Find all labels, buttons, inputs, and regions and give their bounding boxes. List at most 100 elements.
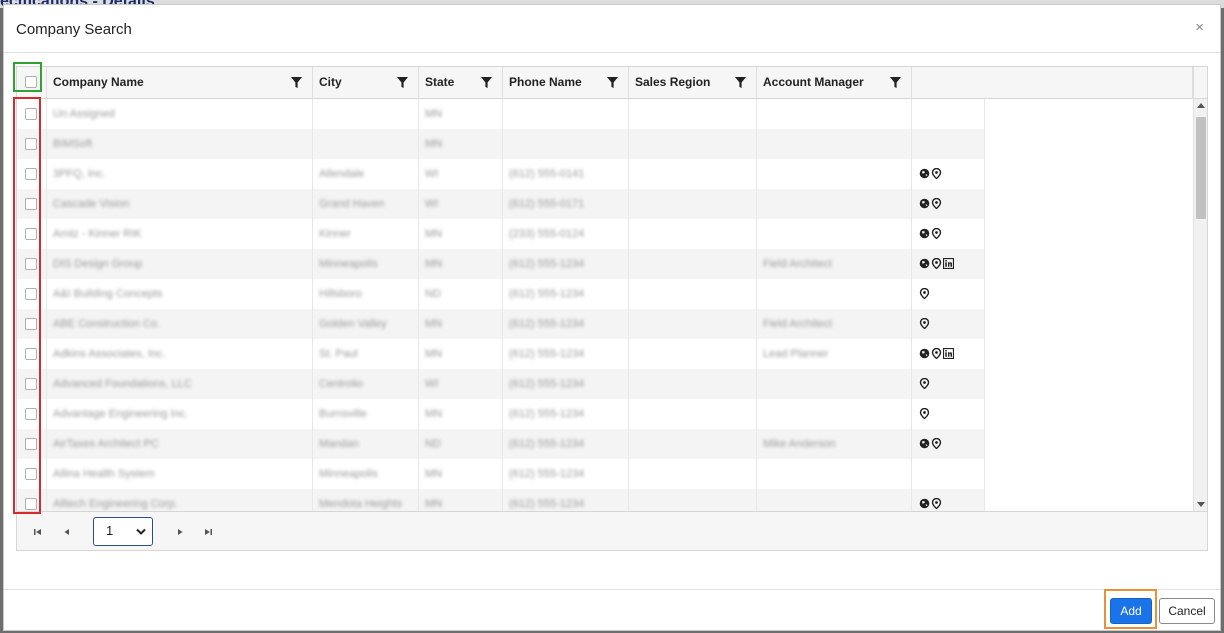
map-pin-icon[interactable] (931, 438, 942, 449)
map-pin-icon[interactable] (931, 198, 942, 209)
column-header-company-name[interactable]: Company Name (47, 67, 313, 99)
page-select[interactable]: 1 (93, 517, 153, 546)
cell-sales-region (629, 309, 757, 339)
map-pin-icon[interactable] (931, 258, 942, 269)
map-pin-icon[interactable] (919, 318, 930, 329)
cell-state-text: WI (425, 198, 439, 210)
cell-city-text: Kinner (319, 228, 351, 240)
cell-phone: (612) 555-1234 (503, 309, 629, 339)
vertical-scrollbar[interactable] (1193, 99, 1207, 511)
cell-sales-region (629, 399, 757, 429)
cell-sales-region (629, 279, 757, 309)
cell-account-manager-text: Field Architect (763, 258, 833, 270)
table-row[interactable]: BIMSoft MN (17, 129, 985, 159)
map-pin-icon[interactable] (919, 378, 930, 389)
table-row[interactable]: Adkins Associates, Inc. St. Paul MN (612) 5… (17, 339, 985, 369)
table-row[interactable]: Arntz - Kinner RIK Kinner MN (233) 555-0124 (17, 219, 985, 249)
scroll-up-arrow-icon[interactable] (1197, 103, 1205, 108)
table-row[interactable]: Advanced Foundations, LLC Centrolio WI (612… (17, 369, 985, 399)
table-row[interactable]: Cascade Vision Grand Haven WI (612) 555-017… (17, 189, 985, 219)
globe-icon[interactable] (919, 438, 930, 449)
table-row[interactable]: Alltech Engineering Corp. Mendota Heights… (17, 489, 985, 511)
cell-city-text: Grand Haven (319, 198, 385, 210)
cell-company-name: Alltech Engineering Corp. (47, 489, 313, 511)
map-pin-icon[interactable] (919, 408, 930, 419)
row-link-icons (919, 258, 954, 269)
cell-state: MN (419, 339, 503, 369)
globe-icon[interactable] (919, 258, 930, 269)
first-page-icon[interactable] (31, 526, 45, 538)
cell-state: MN (419, 249, 503, 279)
cell-phone: (233) 555-0124 (503, 219, 629, 249)
cell-phone-text: (612) 555-1234 (509, 438, 585, 450)
filter-icon[interactable] (735, 77, 746, 88)
linkedin-icon[interactable] (943, 258, 954, 269)
table-row[interactable]: AirTaxes Architect PC Mandan ND (612) 555-1… (17, 429, 985, 459)
previous-page-icon[interactable] (60, 526, 74, 538)
cell-company-name-text: Advanced Foundations, LLC (53, 378, 192, 390)
map-pin-icon[interactable] (931, 498, 942, 509)
column-label: State (425, 75, 455, 89)
cell-company-name: BIMSoft (47, 129, 313, 159)
cell-state: WI (419, 369, 503, 399)
table-row[interactable]: A&I Building Concepts Hillsboro ND (612) 55… (17, 279, 985, 309)
cell-account-manager (757, 189, 912, 219)
cell-state: ND (419, 429, 503, 459)
globe-icon[interactable] (919, 498, 930, 509)
cell-account-manager (757, 279, 912, 309)
map-pin-icon[interactable] (931, 168, 942, 179)
scroll-down-arrow-icon[interactable] (1197, 502, 1205, 507)
cell-city-text: Mendota Heights (319, 498, 403, 510)
cell-sales-region (629, 429, 757, 459)
cancel-button[interactable]: Cancel (1159, 598, 1215, 624)
cell-phone (503, 99, 629, 129)
map-pin-icon[interactable] (931, 228, 942, 239)
column-header-sales-region[interactable]: Sales Region (629, 67, 757, 99)
cell-company-name: Allina Health System (47, 459, 313, 489)
dialog-footer: Add Cancel (4, 589, 1220, 631)
cell-sales-region (629, 129, 757, 159)
cell-account-manager (757, 369, 912, 399)
cell-phone-text: (612) 555-1234 (509, 348, 585, 360)
close-button[interactable]: × (1195, 19, 1204, 36)
map-pin-icon[interactable] (931, 348, 942, 359)
column-header-city[interactable]: City (313, 67, 419, 99)
cell-state: MN (419, 399, 503, 429)
cell-phone: (612) 555-1234 (503, 339, 629, 369)
column-header-account-manager[interactable]: Account Manager (757, 67, 912, 99)
cell-phone-text: (612) 555-1234 (509, 498, 585, 510)
column-header-phone-name[interactable]: Phone Name (503, 67, 629, 99)
filter-icon[interactable] (890, 77, 901, 88)
column-header-state[interactable]: State (419, 67, 503, 99)
cell-company-name: Adkins Associates, Inc. (47, 339, 313, 369)
cell-city (313, 129, 419, 159)
cell-city: Centrolio (313, 369, 419, 399)
filter-icon[interactable] (481, 77, 492, 88)
cell-state: WI (419, 189, 503, 219)
map-pin-icon[interactable] (919, 288, 930, 299)
linkedin-icon[interactable] (943, 348, 954, 359)
scrollbar-thumb[interactable] (1196, 117, 1206, 219)
globe-icon[interactable] (919, 348, 930, 359)
table-row[interactable]: Advantage Engineering Inc. Burnsville MN (6… (17, 399, 985, 429)
filter-icon[interactable] (607, 77, 618, 88)
cell-city: Mandan (313, 429, 419, 459)
globe-icon[interactable] (919, 228, 930, 239)
last-page-icon[interactable] (201, 526, 215, 538)
cell-city: Burnsville (313, 399, 419, 429)
filter-icon[interactable] (397, 77, 408, 88)
next-page-icon[interactable] (173, 526, 187, 538)
table-row[interactable]: DIS Design Group Minneapolis MN (612) 555-1… (17, 249, 985, 279)
cell-company-name: Un Assigned (47, 99, 313, 129)
cell-phone: (612) 555-1234 (503, 459, 629, 489)
globe-icon[interactable] (919, 198, 930, 209)
table-row[interactable]: Allina Health System Minneapolis MN (612) 5… (17, 459, 985, 489)
cell-sales-region (629, 459, 757, 489)
grid-pager: 1 (17, 511, 1207, 550)
cell-account-manager: Lead Planner (757, 339, 912, 369)
table-row[interactable]: Un Assigned MN (17, 99, 985, 129)
globe-icon[interactable] (919, 168, 930, 179)
filter-icon[interactable] (291, 77, 302, 88)
table-row[interactable]: ABE Construction Co. Golden Valley MN (612)… (17, 309, 985, 339)
table-row[interactable]: 3PFQ, Inc. Allendale WI (612) 555-0141 (17, 159, 985, 189)
